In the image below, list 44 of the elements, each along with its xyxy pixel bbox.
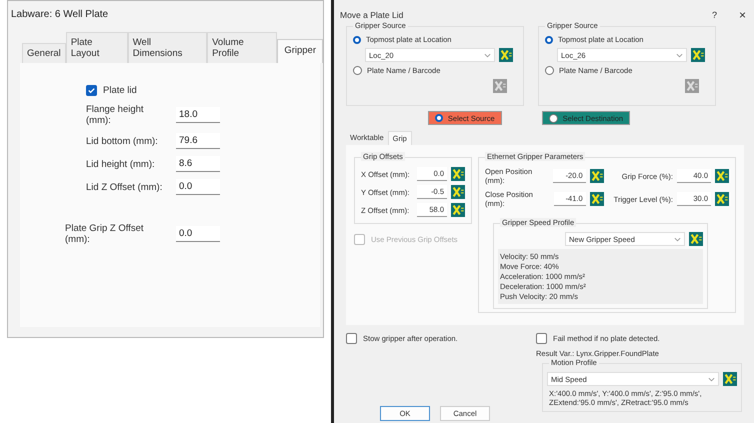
input-field[interactable]: 18.0 bbox=[176, 107, 220, 123]
radio-button[interactable] bbox=[548, 114, 558, 122]
checkbox[interactable] bbox=[86, 85, 97, 96]
radio-button[interactable] bbox=[545, 36, 553, 44]
field-label: Lid Z Offset (mm): bbox=[85, 182, 164, 192]
radio-button[interactable] bbox=[353, 36, 361, 44]
tab[interactable]: Gripper bbox=[277, 39, 323, 63]
variable-icon[interactable] bbox=[689, 232, 703, 246]
help-button[interactable]: ? bbox=[712, 10, 717, 20]
variable-icon[interactable] bbox=[451, 185, 465, 199]
caret-icon bbox=[708, 376, 715, 382]
field-label: Lid height (mm): bbox=[85, 158, 156, 170]
input-field[interactable]: 0.0 bbox=[176, 179, 220, 195]
variable-icon[interactable] bbox=[715, 192, 729, 206]
caret-icon bbox=[676, 52, 683, 58]
input-field[interactable]: 0.0 bbox=[176, 226, 220, 242]
checkbox[interactable] bbox=[346, 333, 357, 344]
variable-icon[interactable] bbox=[451, 167, 465, 181]
input-field[interactable]: 79.6 bbox=[176, 133, 220, 149]
variable-icon[interactable] bbox=[590, 169, 604, 183]
tab[interactable]: General bbox=[22, 43, 66, 63]
close-button[interactable]: × bbox=[738, 8, 746, 22]
tab[interactable]: Plate Layout bbox=[66, 32, 128, 63]
variable-icon[interactable] bbox=[499, 48, 513, 62]
radio-button[interactable] bbox=[434, 114, 443, 122]
variable-icon[interactable] bbox=[723, 372, 737, 386]
radio-button[interactable] bbox=[545, 66, 554, 75]
variable-icon[interactable] bbox=[590, 192, 604, 206]
checkbox[interactable] bbox=[536, 333, 547, 344]
variable-icon[interactable] bbox=[715, 169, 729, 183]
tab[interactable]: Volume Profile bbox=[207, 32, 278, 63]
variable-icon[interactable] bbox=[451, 203, 465, 217]
caret-icon bbox=[674, 236, 681, 242]
checkbox-label: Plate lid bbox=[103, 85, 137, 96]
window-title: Move a Plate Lid bbox=[340, 10, 404, 20]
tab[interactable]: Well Dimensions bbox=[128, 32, 208, 63]
radio-button[interactable] bbox=[353, 66, 362, 75]
window-title: Labware: 6 Well Plate bbox=[10, 8, 110, 22]
variable-icon[interactable] bbox=[691, 48, 705, 62]
field-label: Plate Grip Z Offset (mm): bbox=[64, 223, 144, 245]
caret-icon bbox=[484, 52, 491, 58]
field-label: Flange height (mm): bbox=[85, 104, 145, 126]
field-label: Lid bottom (mm): bbox=[85, 136, 159, 146]
input-field[interactable]: 8.6 bbox=[176, 156, 220, 172]
